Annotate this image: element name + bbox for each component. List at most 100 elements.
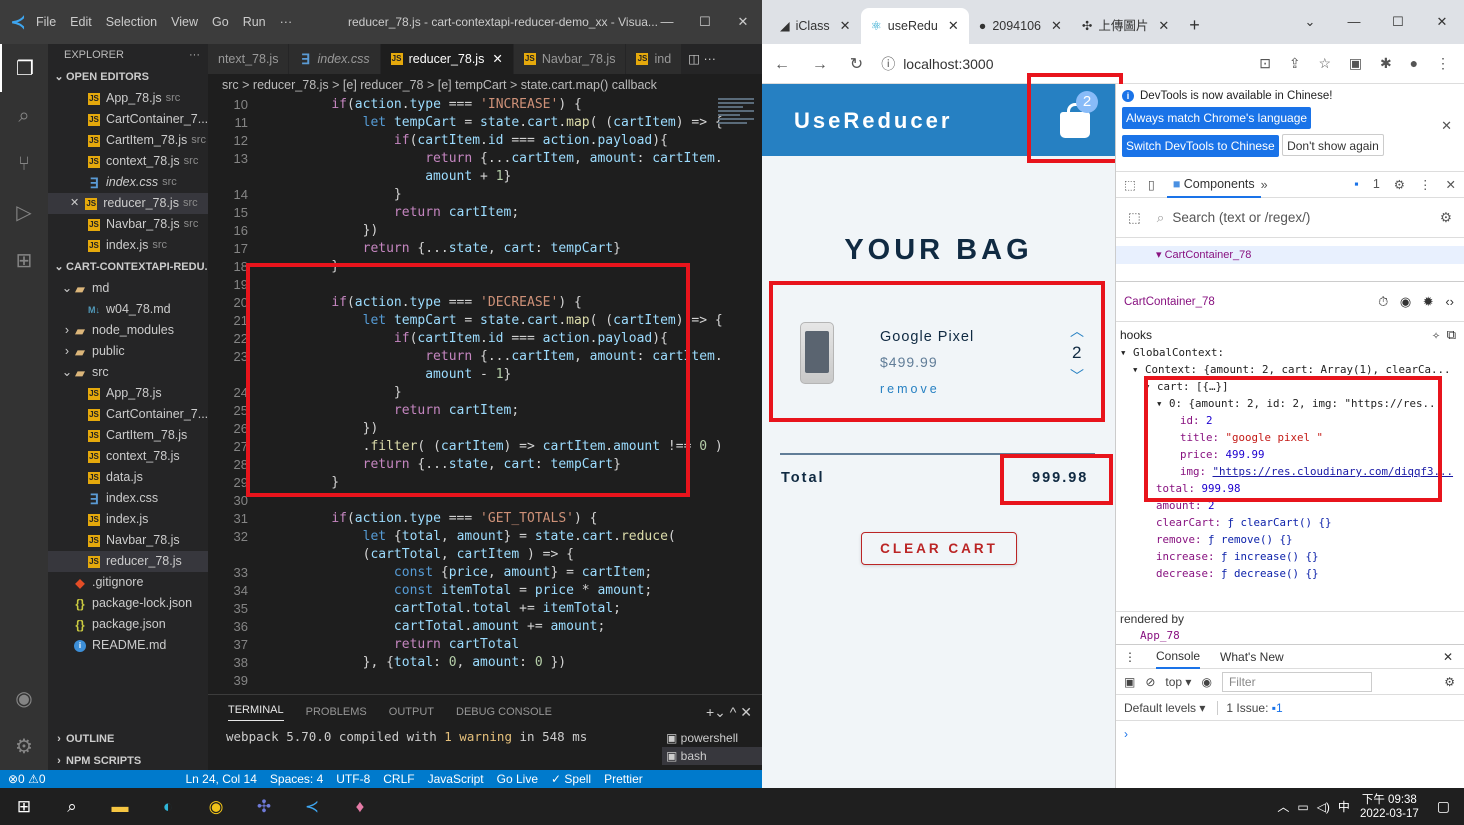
breadcrumb[interactable]: src > reducer_78.js > [e] reducer_78 > […	[208, 74, 762, 96]
open-editor-item[interactable]: ✕ JS reducer_78.js src	[48, 193, 208, 214]
npm-scripts-section[interactable]: › NPM SCRIPTS	[48, 750, 208, 772]
site-info-icon[interactable]: ⓘ	[881, 54, 895, 74]
prop-row[interactable]: increase: ƒ increase() {}	[1156, 548, 1319, 565]
tree-node-selected[interactable]: ▾ CartContainer_78	[1116, 246, 1464, 264]
tab-console[interactable]: Console	[1156, 645, 1201, 669]
share-icon[interactable]: ⇪	[1289, 55, 1301, 71]
file-tree-item[interactable]: › ▰ node_modules	[48, 320, 208, 341]
outline-section[interactable]: › OUTLINE	[48, 728, 208, 750]
open-editor-item[interactable]: JS Navbar_78.js src	[48, 214, 208, 235]
tab-components[interactable]: ■ Components	[1166, 172, 1261, 198]
menu-item[interactable]: Selection	[106, 15, 157, 29]
component-search[interactable]: ⬚ ⌕ Search (text or /regex/) ⚙	[1116, 198, 1464, 238]
wand-icon[interactable]: ✧	[1432, 328, 1440, 343]
prop-row[interactable]: ▾ cart: [{…}]	[1144, 378, 1229, 395]
notice-close-icon[interactable]: ✕	[1441, 118, 1452, 134]
open-editor-item[interactable]: JS App_78.js src	[48, 88, 208, 109]
chrome-menu-icon[interactable]: ⋮	[1436, 55, 1450, 71]
prop-row[interactable]: decrease: ƒ decrease() {}	[1156, 565, 1319, 582]
file-tree-item[interactable]: › ▰ public	[48, 341, 208, 362]
split-editor-icon[interactable]: ◫ ···	[682, 44, 722, 74]
prop-row[interactable]: total: 999.98	[1156, 480, 1241, 497]
console-settings-icon[interactable]: ⚙	[1444, 675, 1455, 689]
file-tree-item[interactable]: ∃ index.css	[48, 488, 208, 509]
status-item[interactable]: JavaScript	[428, 772, 484, 786]
status-item[interactable]: Prettier	[604, 772, 643, 786]
open-editor-item[interactable]: JS CartContainer_7...	[48, 109, 208, 130]
menu-item[interactable]: Go	[212, 15, 229, 29]
prop-row[interactable]: id: 2	[1180, 412, 1213, 429]
file-tree-item[interactable]: JS reducer_78.js	[48, 551, 208, 572]
menu-item[interactable]: File	[36, 15, 56, 29]
open-editor-item[interactable]: ∃ index.css src	[48, 172, 208, 193]
browser-tab[interactable]: ✣ 上傳圖片 ✕	[1072, 8, 1179, 44]
bag-container[interactable]: 2	[1034, 84, 1116, 156]
clear-console-icon[interactable]: ⊘	[1145, 675, 1155, 689]
prop-row[interactable]: price: 499.99	[1180, 446, 1265, 463]
file-tree-item[interactable]: JS CartContainer_7...	[48, 404, 208, 425]
editor-tab[interactable]: ntext_78.js	[208, 44, 290, 74]
windows-start-icon[interactable]: ⊞	[0, 788, 48, 825]
clear-cart-button[interactable]: CLEAR CART	[861, 532, 1017, 565]
open-editor-item[interactable]: JS context_78.js src	[48, 151, 208, 172]
close-tab-icon[interactable]: ✕	[1051, 8, 1062, 44]
file-tree-item[interactable]: ⌄ ▰ src	[48, 362, 208, 383]
issues-badge[interactable]: ▪ 1	[1354, 177, 1379, 192]
maximize-icon[interactable]: ☐	[1376, 0, 1420, 44]
inspect-element-icon[interactable]: ⬚	[1124, 177, 1136, 192]
issues-link[interactable]: 1 Issue: ▪1	[1217, 700, 1283, 715]
editor-tab[interactable]: JS Navbar_78.js	[513, 44, 627, 74]
explorer-icon[interactable]: ❐	[0, 44, 48, 92]
minimize-icon[interactable]: —	[1332, 0, 1376, 44]
menu-item[interactable]: Edit	[70, 15, 92, 29]
remove-button[interactable]: remove	[880, 382, 940, 396]
profile-avatar-icon[interactable]: ●	[1410, 55, 1418, 71]
file-tree-item[interactable]: {} package-lock.json	[48, 593, 208, 614]
decrease-chevron-down-icon[interactable]: ﹀	[1070, 366, 1084, 386]
prop-row[interactable]: img: "https://res.cloudinary.com/diqqf3.…	[1180, 463, 1453, 480]
terminal-bash[interactable]: ▣ bash	[662, 747, 762, 765]
close-icon[interactable]: ✕	[1420, 0, 1464, 44]
browser-tab[interactable]: ⚛ useRedu ✕	[860, 8, 969, 44]
file-tree-item[interactable]: ◆ .gitignore	[48, 572, 208, 593]
run-debug-icon[interactable]: ▷	[0, 188, 48, 236]
panel-tab[interactable]: DEBUG CONSOLE	[456, 706, 552, 718]
extensions-puzzle-icon[interactable]: ✱	[1380, 55, 1392, 71]
select-element-icon[interactable]: ⬚	[1128, 210, 1141, 226]
maximize-icon[interactable]: ☐	[686, 0, 724, 44]
file-tree-item[interactable]: JS Navbar_78.js	[48, 530, 208, 551]
more-tabs-icon[interactable]: »	[1261, 178, 1268, 192]
status-item[interactable]: Ln 24, Col 14	[186, 772, 257, 786]
file-tree-item[interactable]: {} package.json	[48, 614, 208, 635]
minimap[interactable]	[718, 96, 754, 176]
prop-row[interactable]: amount: 2	[1156, 497, 1215, 514]
code-editor[interactable]: 10 if(action.type === 'INCREASE') {11 le…	[208, 96, 762, 694]
app-taskbar-icon[interactable]: ♦	[336, 788, 384, 825]
close-icon[interactable]: ✕	[724, 0, 762, 44]
devtools-close-icon[interactable]: ✕	[1446, 177, 1456, 192]
copy-icon[interactable]: ⧉	[1447, 328, 1456, 343]
edge-icon[interactable]: ◐	[144, 788, 192, 825]
eye-icon[interactable]: ◉	[1400, 294, 1411, 309]
file-tree-item[interactable]: JS CartItem_78.js	[48, 425, 208, 446]
menu-item[interactable]: ···	[280, 15, 293, 29]
dont-show-again-button[interactable]: Don't show again	[1282, 134, 1384, 156]
prop-row[interactable]: clearCart: ƒ clearCart() {}	[1156, 514, 1332, 531]
status-item[interactable]: ✓ Spell	[551, 772, 591, 786]
panel-tab[interactable]: PROBLEMS	[306, 706, 367, 718]
clock[interactable]: 下午 09:38 2022-03-17	[1360, 793, 1419, 821]
device-toggle-icon[interactable]: ▯	[1148, 177, 1155, 192]
project-section[interactable]: ⌄ CART-CONTEXTAPI-REDU...	[48, 256, 208, 278]
close-tab-icon[interactable]: ✕	[840, 8, 851, 44]
editor-tab[interactable]: JS ind	[626, 44, 683, 74]
omnibox[interactable]: ⓘ localhost:3000	[881, 54, 1259, 74]
drawer-menu-icon[interactable]: ⋮	[1124, 650, 1136, 664]
teams-icon[interactable]: ✣	[240, 788, 288, 825]
drawer-close-icon[interactable]: ✕	[1443, 650, 1453, 664]
rendered-by-app[interactable]: App_78	[1120, 629, 1464, 642]
minimize-icon[interactable]: —	[648, 0, 686, 44]
extensions-icon[interactable]: ⊞	[0, 236, 48, 284]
reload-icon[interactable]: ↻	[850, 56, 863, 73]
status-item[interactable]: CRLF	[383, 772, 414, 786]
prop-row[interactable]: title: "google pixel "	[1180, 429, 1323, 446]
